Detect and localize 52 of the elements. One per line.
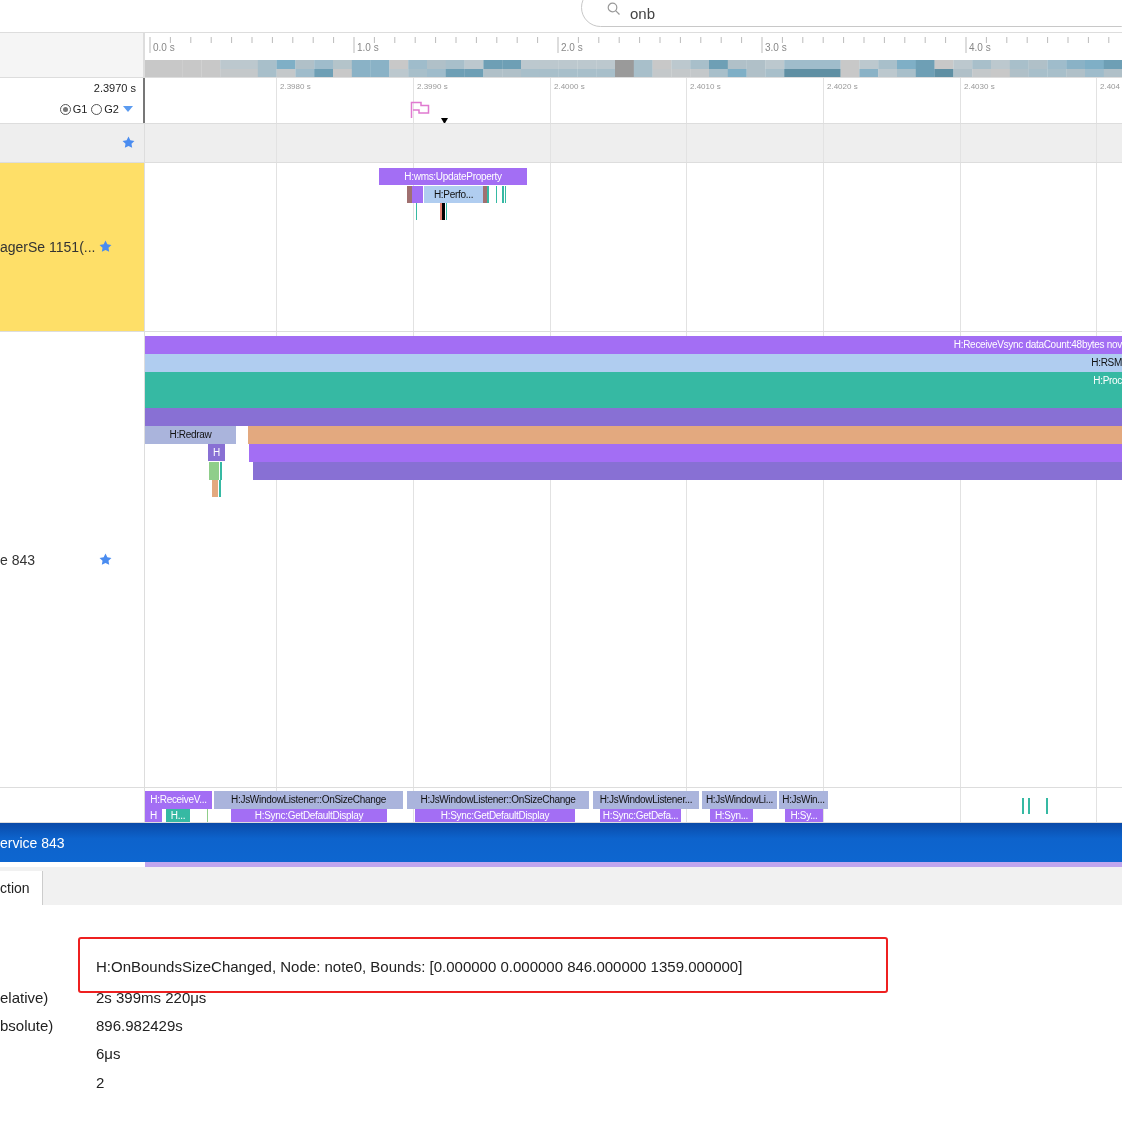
detail-label: bsolute) [0, 1016, 54, 1034]
detail-value: 2s 399ms 220μs [96, 988, 207, 1006]
detail-value: 6μs [96, 1045, 121, 1063]
time-tick-label: 2.404 [1100, 82, 1121, 91]
trace-slice[interactable]: H:JsWindowListener... [593, 791, 699, 809]
group-radio[interactable]: G1 [59, 103, 88, 115]
time-tick-label: 2.3990 s [417, 82, 448, 91]
time-tick-label: 2.4020 s [827, 82, 858, 91]
detail-value: 896.982429s [96, 1016, 183, 1034]
track-name: e 843 [0, 551, 36, 568]
track-name: agerSe 1151(... [0, 239, 96, 255]
trace-slice[interactable] [412, 186, 423, 203]
search-field[interactable]: onb [581, 0, 1122, 27]
trace-slice[interactable]: H:JsWindowListener::OnSizeChange [214, 791, 403, 809]
start-time-label: 2.3970 s [93, 82, 136, 94]
trace-slice[interactable]: H:JsWin... [779, 791, 828, 809]
trace-slice[interactable] [209, 462, 219, 480]
group-radio[interactable]: G2 [91, 103, 119, 115]
trace-slice[interactable] [249, 444, 1122, 462]
time-tick-label: 0.0 s [153, 42, 175, 53]
trace-slice[interactable] [248, 426, 1122, 444]
time-tick-label: 2.0 s [561, 42, 583, 53]
detail-value: 2 [96, 1073, 105, 1091]
flag-icon[interactable] [410, 101, 430, 119]
slice-name: H:OnBoundsSizeChanged, Node: note0, Bounds: [0.000000 0.000000 846.000000 1359.000000] [96, 958, 743, 975]
time-tick-label: 2.4010 s [690, 82, 721, 91]
trace-slice[interactable] [483, 186, 487, 203]
trace-slice[interactable] [253, 462, 1122, 480]
trace-slice[interactable]: H:RSM [145, 354, 1122, 372]
trace-slice[interactable]: H:Redraw [145, 426, 236, 444]
time-tick-label: 4.0 s [969, 42, 991, 53]
search-icon [607, 2, 621, 16]
trace-slice[interactable] [145, 408, 1122, 426]
trace-slice[interactable]: H:Perfo... [424, 186, 483, 203]
trace-slice[interactable] [407, 186, 412, 203]
time-tick-label: 2.3980 s [280, 82, 311, 91]
trace-slice[interactable] [442, 203, 445, 220]
trace-slice[interactable]: H:JsWindowListener::OnSizeChange [407, 791, 589, 809]
trace-slice[interactable] [212, 480, 218, 497]
trace-slice[interactable]: H:JsWindowLi... [702, 791, 777, 809]
star-icon[interactable] [99, 240, 112, 253]
time-tick-label: 2.4030 s [964, 82, 995, 91]
detail-label: elative) [0, 988, 49, 1006]
star-icon[interactable] [122, 136, 135, 149]
time-tick-label: 3.0 s [765, 42, 787, 53]
dropdown-caret-icon[interactable] [123, 105, 133, 113]
trace-slice[interactable]: H [208, 444, 225, 461]
star-icon[interactable] [99, 552, 112, 566]
panel-tab[interactable]: ction [0, 871, 43, 905]
time-tick-label: 1.0 s [357, 42, 379, 53]
time-tick-label: 2.4000 s [554, 82, 585, 91]
thread-title: ervice 843 [0, 834, 65, 851]
